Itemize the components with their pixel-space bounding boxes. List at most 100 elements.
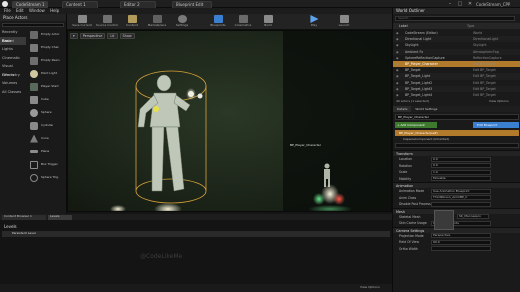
actor-item[interactable]: Player Start [27,80,67,93]
actor-list: Empty Actor Empty Char. Empty Pawn Point… [27,28,67,184]
cylinder-icon [30,121,38,130]
actor-name-field[interactable]: BP_Player_Character [395,114,519,120]
actor-item[interactable]: Plane [27,145,67,158]
details-panel: Details World Settings BP_Player_Charact… [392,106,520,292]
minimize-button[interactable]: – [446,1,454,7]
content-label: Content [126,23,138,27]
viewport-toolbar: ▾ Perspective Lit Show [70,33,137,39]
category-all-classes[interactable]: All Classes [0,88,26,97]
actor-item[interactable]: Empty Char. [27,41,67,54]
content-button[interactable]: Content [121,15,143,29]
property-value[interactable] [431,246,491,252]
category-lights[interactable]: Lights [0,45,26,54]
lit-button[interactable]: Lit [107,33,118,39]
visibility-eye-icon[interactable]: ◉ [396,92,399,98]
actor-label: Box Trigger [41,162,58,166]
outliner-title: World Outliner [393,8,520,14]
category-recently-placed[interactable]: Recently Placed [0,28,26,43]
property-value[interactable]: Movable [431,176,491,182]
actor-label: Cone [41,136,49,140]
category-volumes[interactable]: Volumes [0,79,26,88]
details-tabs: Details World Settings [393,106,520,112]
place-search-input[interactable] [2,23,64,27]
category-geometry[interactable]: Geometry [0,71,26,80]
property-label: Anim Class [399,195,417,200]
actor-item[interactable]: Cone [27,132,67,145]
show-button[interactable]: Show [119,33,135,39]
close-button[interactable]: ✕ [466,1,474,7]
menu-window[interactable]: Window [29,8,45,13]
actor-item[interactable]: Empty Actor [27,28,67,41]
actor-item[interactable]: Cylinder [27,119,67,132]
add-component-button[interactable]: + Add Component [395,122,437,128]
launch-icon [339,15,349,23]
edit-blueprint-button[interactable]: Edit Blueprint [473,122,519,128]
property-label: Field Of View [399,240,419,245]
levels-panel: Levels Persistent Level @CodeLikeMe [0,220,392,284]
source-control-icon [102,15,112,23]
property-value[interactable]: 1.0 [431,169,491,175]
property-value[interactable] [431,201,491,207]
mesh-thumbnail[interactable] [434,210,454,230]
blueprints-button[interactable]: Blueprints [207,15,229,29]
tab-editor[interactable]: Editor 2 [120,1,156,8]
outliner-search-input[interactable]: Search... [395,16,515,21]
viewport-scene [68,31,391,211]
cube-icon [30,95,38,104]
actor-item[interactable]: Point Light [27,67,67,80]
viewport-menu-button[interactable]: ▾ [70,33,78,39]
outliner-view-options[interactable]: View Options [489,100,509,104]
build-icon [263,15,273,23]
actor-item[interactable]: Cube [27,93,67,106]
marketplace-button[interactable]: Marketplace [146,15,168,29]
property-value[interactable]: Perspective [431,233,491,239]
component-capsule[interactable]: CapsuleComponent (Inherited) [395,136,519,142]
tab-content[interactable]: Content 1 [62,1,98,8]
menu-file[interactable]: File [4,8,11,13]
details-search-input[interactable] [395,143,519,148]
category-cinematic[interactable]: Cinematic [0,54,26,63]
tab-codestream[interactable]: CodeStream 1 [12,1,48,8]
actor-item[interactable]: Box Trigger [27,158,67,171]
actor-item[interactable]: Empty Pawn [27,54,67,67]
property-value[interactable]: 0.0 [431,156,491,162]
tab-blueprint-edit[interactable]: Blueprint Edit [172,1,212,8]
settings-button[interactable]: Settings [171,15,193,29]
save-icon [77,15,87,23]
tab-details[interactable]: Details [393,106,412,112]
property-value[interactable]: 0.0 [431,163,491,169]
menu-help[interactable]: Help [50,8,59,13]
property-label: Disable Post Process [399,202,431,207]
property-value[interactable]: Use Animation Blueprint [431,188,491,194]
actor-item[interactable]: Sphere [27,106,67,119]
build-button[interactable]: Build [257,15,279,29]
property-value[interactable]: ThirdPerson_AnimBP_C [431,195,491,201]
levels-view-options[interactable]: View Options [360,286,380,290]
launch-button[interactable]: Launch [333,15,355,29]
maximize-button[interactable]: □ [456,1,464,7]
category-visual-effects[interactable]: Visual Effects [0,62,26,77]
perspective-button[interactable]: Perspective [79,33,106,39]
cinematics-button[interactable]: Cinematics [232,15,254,29]
source-control-button[interactable]: Source Control [96,15,118,29]
property-value[interactable]: SK_Mannequin [457,214,489,220]
title-bar: CodeStream 1 Content 1 Editor 2 Blueprin… [0,0,520,8]
actor-label: Empty Pawn [41,58,60,62]
tab-world-settings[interactable]: World Settings [411,106,441,112]
empty-actor-icon [30,30,38,39]
level-viewport[interactable]: ▾ Perspective Lit Show BP_Player_Charact… [67,30,392,212]
build-label: Build [264,23,272,27]
property-value[interactable]: 90.0 [431,239,491,245]
point-light-icon [30,69,38,78]
actor-label: Player Start [41,84,59,88]
menu-edit[interactable]: Edit [16,8,24,13]
level-row[interactable]: Persistent Level [2,231,390,237]
actor-item[interactable]: Sphere Trig. [27,171,67,184]
place-actors-panel: Place Actors Recently Placed Basic Light… [0,14,67,214]
play-button[interactable]: Play [303,15,325,29]
save-current-button[interactable]: Save Current [71,15,93,29]
column-label: Label [399,24,408,28]
cone-icon [30,134,38,143]
outliner-row[interactable]: ◉ BP_Target_Light4 Edit BP_Target [393,92,520,98]
plane-icon [30,150,38,153]
